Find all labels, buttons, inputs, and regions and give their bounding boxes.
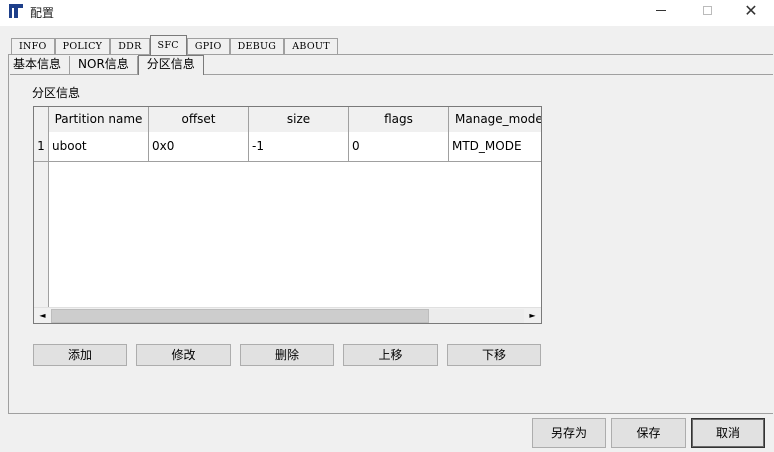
- tab-debug[interactable]: DEBUG: [229, 38, 285, 55]
- app-icon: [9, 4, 23, 18]
- column-header-flags[interactable]: flags: [349, 107, 449, 132]
- close-button[interactable]: ✕: [728, 0, 774, 24]
- save-button[interactable]: 保存: [611, 418, 686, 448]
- tab-info[interactable]: INFO: [11, 38, 55, 55]
- column-header-partition-name[interactable]: Partition name: [49, 107, 149, 132]
- sub-tab-strip: 基本信息 NOR信息 分区信息: [11, 55, 204, 75]
- row-header[interactable]: 1: [34, 132, 49, 162]
- cell-offset[interactable]: 0x0: [149, 132, 249, 162]
- move-up-button[interactable]: 上移: [343, 344, 438, 366]
- table-corner: [34, 107, 49, 132]
- minimize-icon: [656, 10, 666, 11]
- cell-size[interactable]: -1: [249, 132, 349, 162]
- partition-group-label: 分区信息: [32, 86, 81, 100]
- minimize-button[interactable]: [638, 0, 684, 24]
- cell-partition-name[interactable]: uboot: [49, 132, 149, 162]
- delete-button[interactable]: 删除: [240, 344, 334, 366]
- main-tab-strip: INFO POLICY DDR SFC GPIO DEBUG ABOUT: [11, 35, 338, 56]
- horizontal-scrollbar[interactable]: ◄ ►: [34, 307, 541, 323]
- save-as-button[interactable]: 另存为: [532, 418, 606, 448]
- subtab-basic-info[interactable]: 基本信息: [11, 56, 71, 74]
- table-header: Partition name offset size flags Manage_…: [34, 107, 541, 132]
- close-icon: ✕: [744, 1, 758, 20]
- subtab-partition-info[interactable]: 分区信息: [137, 55, 204, 75]
- scroll-right-icon[interactable]: ►: [524, 308, 541, 323]
- scrollbar-track[interactable]: [429, 309, 524, 323]
- title-bar: 配置 ✕: [0, 0, 774, 26]
- tab-ddr[interactable]: DDR: [110, 38, 150, 55]
- maximize-button[interactable]: [684, 0, 730, 24]
- tab-gpio[interactable]: GPIO: [186, 38, 230, 55]
- scroll-left-icon[interactable]: ◄: [34, 308, 51, 323]
- column-header-offset[interactable]: offset: [149, 107, 249, 132]
- tab-policy[interactable]: POLICY: [54, 38, 111, 55]
- modify-button[interactable]: 修改: [136, 344, 231, 366]
- dialog-client: INFO POLICY DDR SFC GPIO DEBUG ABOUT 基本信…: [0, 26, 774, 452]
- column-header-size[interactable]: size: [249, 107, 349, 132]
- tab-sfc[interactable]: SFC: [149, 35, 187, 56]
- cell-flags[interactable]: 0: [349, 132, 449, 162]
- cancel-button[interactable]: 取消: [691, 418, 765, 448]
- tab-about[interactable]: ABOUT: [284, 38, 338, 55]
- move-down-button[interactable]: 下移: [447, 344, 541, 366]
- scrollbar-thumb[interactable]: [51, 309, 429, 323]
- row-header-fill: [34, 162, 49, 308]
- column-header-manage-mode[interactable]: Manage_mode: [449, 107, 541, 132]
- add-button[interactable]: 添加: [33, 344, 127, 366]
- cell-manage-mode[interactable]: MTD_MODE: [449, 132, 541, 162]
- partition-table[interactable]: Partition name offset size flags Manage_…: [33, 106, 542, 324]
- maximize-icon: [702, 6, 712, 15]
- window-title: 配置: [30, 6, 55, 20]
- subtab-nor-info[interactable]: NOR信息: [70, 56, 138, 74]
